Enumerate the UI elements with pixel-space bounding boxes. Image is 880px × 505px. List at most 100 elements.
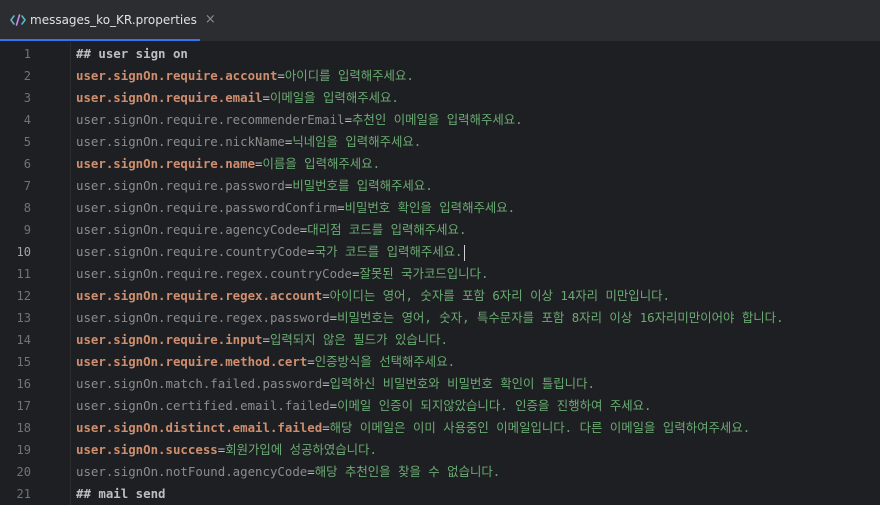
property-key: user.signOn.require.name	[76, 156, 256, 171]
code-line[interactable]: user.signOn.require.account=아이디를 입력해주세요.	[76, 65, 414, 87]
property-value: 인증방식을 선택해주세요.	[314, 354, 456, 369]
code-line[interactable]: user.signOn.require.agencyCode=대리점 코드를 입…	[76, 219, 466, 241]
equals-sign: =	[307, 244, 315, 259]
code-line[interactable]: user.signOn.require.regex.password=비밀번호는…	[76, 307, 784, 329]
property-key: user.signOn.require.agencyCode	[76, 222, 300, 237]
code-line[interactable]: user.signOn.require.password=비밀번호를 입력해주세…	[76, 175, 433, 197]
property-key: user.signOn.require.password	[76, 178, 285, 193]
line-number-gutter: 1 2 3 4 5 6 7 8 9 10 11 12 13 14 15 16 17 18 19 20 21	[0, 42, 70, 505]
line-number: 13	[16, 311, 31, 325]
property-value: 비밀번호는 영어, 숫자, 특수문자를 포함 8자리 이상 16자리미만이어야 …	[337, 310, 784, 325]
property-key: user.signOn.match.failed.password	[76, 376, 323, 391]
line-number: 9	[23, 223, 31, 237]
comment-text: ## mail send	[76, 486, 166, 501]
equals-sign: =	[322, 420, 330, 435]
property-key: user.signOn.success	[76, 442, 218, 457]
line-number: 8	[23, 201, 31, 215]
property-value: 이름을 입력해주세요.	[262, 156, 381, 171]
code-line[interactable]: user.signOn.success=회원가입에 성공하였습니다.	[76, 439, 377, 461]
equals-sign: =	[307, 464, 315, 479]
close-icon[interactable]: ×	[205, 12, 216, 27]
property-key: user.signOn.require.nickName	[76, 134, 285, 149]
equals-sign: =	[322, 288, 330, 303]
line-number: 6	[23, 157, 31, 171]
line-number: 1	[23, 47, 31, 61]
tab-filename: messages_ko_KR.properties	[30, 12, 197, 27]
comment-text: ## user sign on	[76, 46, 188, 61]
line-number: 17	[16, 399, 31, 413]
line-number: 7	[23, 179, 31, 193]
property-value: 국가 코드를 입력해주세요.	[314, 244, 463, 259]
property-key: user.signOn.require.account	[76, 68, 278, 83]
code-line[interactable]: user.signOn.require.regex.countryCode=잘못…	[76, 263, 488, 285]
property-value: 비밀번호 확인을 입력해주세요.	[344, 200, 516, 215]
line-number: 21	[16, 487, 31, 501]
property-value: 입력되지 않은 필드가 있습니다.	[269, 332, 448, 347]
line-number: 5	[23, 135, 31, 149]
property-value: 잘못된 국가코드입니다.	[359, 266, 489, 281]
code-line[interactable]: user.signOn.require.name=이름을 입력해주세요.	[76, 153, 380, 175]
property-value: 이메일 인증이 되지않았습니다. 인증을 진행하여 주세요.	[337, 398, 652, 413]
line-number: 3	[23, 91, 31, 105]
code-line[interactable]: user.signOn.notFound.agencyCode=해당 추천인을 …	[76, 461, 500, 483]
equals-sign: =	[277, 68, 285, 83]
tab-messages-ko-kr-properties[interactable]: messages_ko_KR.properties ×	[0, 0, 216, 41]
property-key: user.signOn.require.passwordConfirm	[76, 200, 338, 215]
equals-sign: =	[329, 310, 338, 325]
line-number: 15	[16, 355, 31, 369]
line-number: 18	[16, 421, 31, 435]
property-value: 입력하신 비밀번호와 비밀번호 확인이 틀립니다.	[329, 376, 595, 391]
property-key: user.signOn.require.regex.countryCode	[76, 266, 353, 281]
property-key: user.signOn.require.email	[76, 90, 263, 105]
property-key: user.signOn.require.regex.password	[76, 310, 330, 325]
property-key: user.signOn.require.countryCode	[76, 244, 308, 259]
line-number: 2	[23, 69, 31, 83]
equals-sign: =	[262, 90, 270, 105]
code-line[interactable]: user.signOn.require.regex.account=아이디는 영…	[76, 285, 670, 307]
line-number: 11	[16, 267, 31, 281]
code-line[interactable]: user.signOn.require.nickName=닉네임을 입력해주세요…	[76, 131, 421, 153]
code-line[interactable]: user.signOn.require.email=이메일을 입력해주세요.	[76, 87, 399, 109]
property-value: 아이디는 영어, 숫자를 포함 6자리 이상 14자리 미만입니다.	[329, 288, 670, 303]
properties-file-icon	[10, 12, 26, 28]
equals-sign: =	[344, 112, 353, 127]
code-line[interactable]: user.signOn.require.method.cert=인증방식을 선택…	[76, 351, 455, 373]
code-editor[interactable]: 1 2 3 4 5 6 7 8 9 10 11 12 13 14 15 16 17 18 19 20 21 ## use…	[0, 42, 880, 505]
line-number: 14	[16, 333, 31, 347]
property-key: user.signOn.certified.email.failed	[76, 398, 330, 413]
line-number: 16	[16, 377, 31, 391]
equals-sign: =	[307, 354, 315, 369]
gutter-divider	[70, 42, 71, 505]
equals-sign: =	[329, 398, 338, 413]
property-key: user.signOn.require.input	[76, 332, 263, 347]
property-key: user.signOn.require.recommenderEmail	[76, 112, 345, 127]
code-line[interactable]: ## user sign on	[76, 43, 188, 65]
code-line[interactable]: user.signOn.match.failed.password=입력하신 비…	[76, 373, 595, 395]
property-value: 회원가입에 성공하였습니다.	[225, 442, 377, 457]
property-value: 해당 추천인을 찾을 수 없습니다.	[314, 464, 501, 479]
property-key: user.signOn.notFound.agencyCode	[76, 464, 308, 479]
code-line[interactable]: user.signOn.certified.email.failed=이메일 인…	[76, 395, 652, 417]
code-line[interactable]: user.signOn.distinct.email.failed=해당 이메일…	[76, 417, 750, 439]
code-line[interactable]: user.signOn.require.countryCode=국가 코드를 입…	[76, 241, 465, 263]
property-value: 대리점 코드를 입력해주세요.	[307, 222, 467, 237]
equals-sign: =	[322, 376, 330, 391]
code-line[interactable]: user.signOn.require.recommenderEmail=추천인…	[76, 109, 523, 131]
code-line[interactable]: user.signOn.require.passwordConfirm=비밀번호…	[76, 197, 515, 219]
line-number: 19	[16, 443, 31, 457]
equals-sign: =	[337, 200, 345, 215]
line-number: 4	[23, 113, 31, 127]
property-key: user.signOn.require.method.cert	[76, 354, 308, 369]
property-value: 이메일을 입력해주세요.	[269, 90, 399, 105]
line-number: 12	[16, 289, 31, 303]
text-caret	[463, 244, 465, 261]
line-number: 20	[16, 465, 31, 479]
property-value: 아이디를 입력해주세요.	[284, 68, 414, 83]
code-line[interactable]: user.signOn.require.input=입력되지 않은 필드가 있습…	[76, 329, 448, 351]
equals-sign: =	[262, 332, 270, 347]
property-key: user.signOn.distinct.email.failed	[76, 420, 323, 435]
code-line[interactable]: ## mail send	[76, 483, 166, 505]
line-number: 10	[16, 245, 31, 259]
property-value: 해당 이메일은 이미 사용중인 이메일입니다. 다른 이메일을 입력하여주세요.	[329, 420, 751, 435]
property-value: 추천인 이메일을 입력해주세요.	[352, 112, 523, 127]
